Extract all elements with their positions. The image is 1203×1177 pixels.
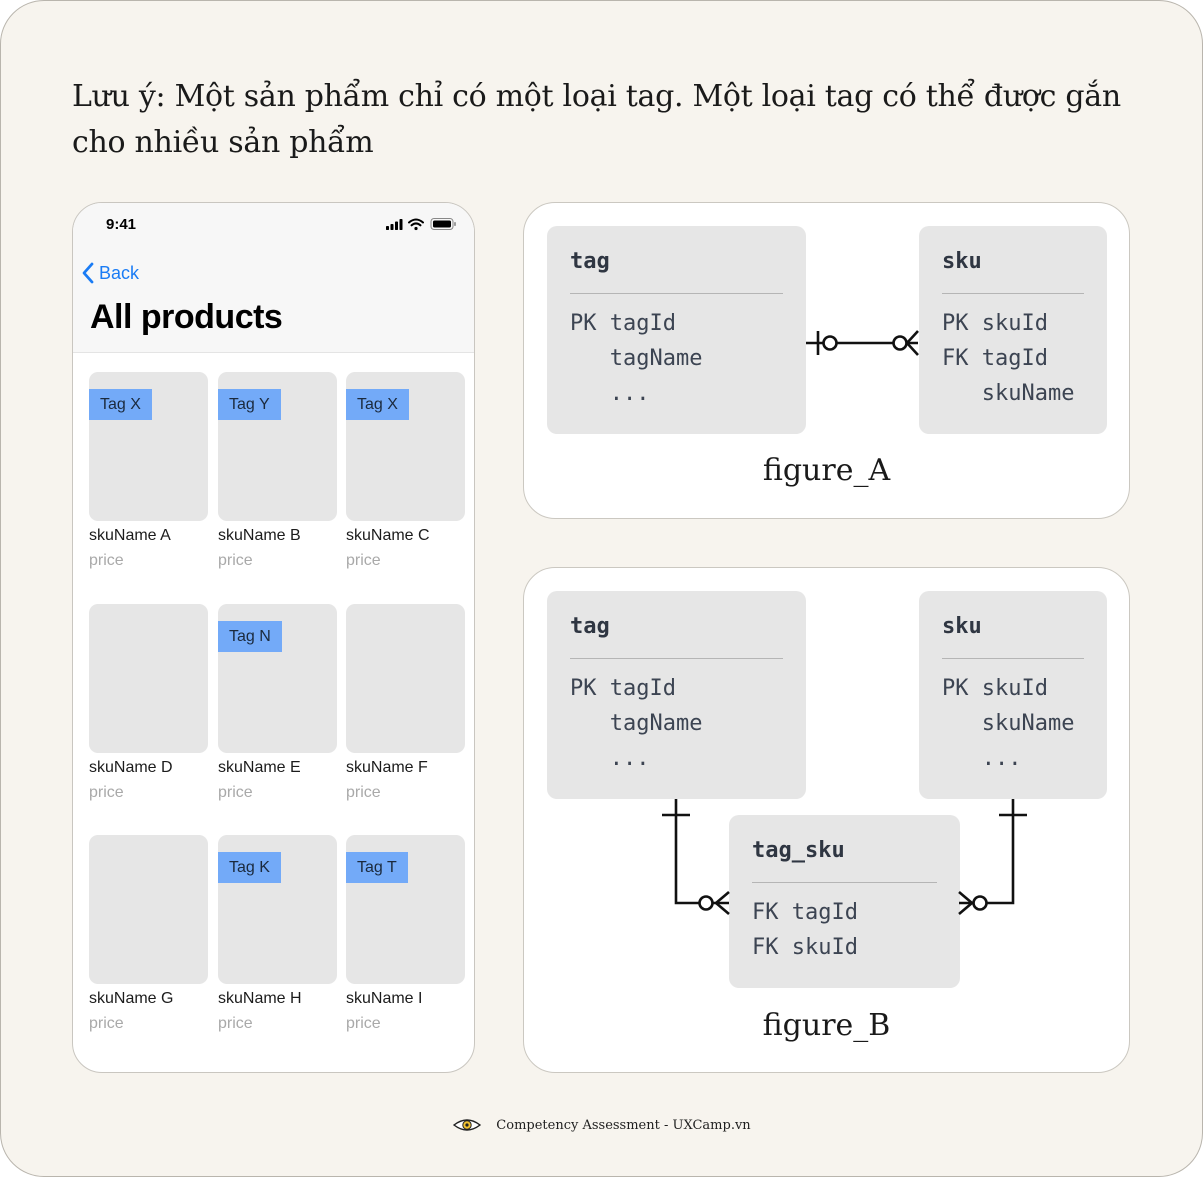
product-image: Tag N (218, 604, 337, 753)
entity-row: ... (570, 746, 650, 771)
product-image: Tag Y (218, 372, 337, 521)
product-image: Tag X (346, 372, 465, 521)
entity-row: ... (570, 381, 650, 406)
entity-row: PK skuId (942, 676, 1048, 701)
product-price: price (89, 552, 124, 569)
product-price: price (346, 552, 381, 569)
entity-name: sku (942, 249, 982, 274)
product-card-e[interactable]: Tag N skuName E price (218, 604, 337, 814)
figure-caption: figure_A (762, 453, 891, 488)
product-card-g[interactable]: skuName G price (89, 835, 208, 1045)
tag-badge: Tag X (346, 389, 409, 420)
footer-text: Competency Assessment - UXCamp.vn (496, 1117, 751, 1133)
product-name: skuName G (89, 990, 174, 1007)
entity-tag: tag PK tagId tagName ... (547, 591, 806, 799)
entity-sku: sku PK skuId FK tagId skuName (919, 226, 1107, 434)
entity-name: tag_sku (752, 838, 845, 863)
product-card-f[interactable]: skuName F price (346, 604, 465, 814)
product-image: Tag X (89, 372, 208, 521)
entity-row: tagName (570, 711, 703, 736)
product-price: price (218, 1015, 253, 1032)
entity-row: skuName (942, 381, 1075, 406)
note-heading: Lưu ý: Một sản phẩm chỉ có một loại tag.… (72, 79, 1121, 160)
figure-b-panel: tag PK tagId tagName ... sku PK skuId sk… (523, 567, 1130, 1073)
back-label: Back (99, 262, 140, 283)
figure-a-panel: tag PK tagId tagName ... sku PK skuId FK… (523, 202, 1130, 519)
product-price: price (346, 1015, 381, 1032)
divider (752, 882, 937, 883)
entity-name: tag (570, 249, 610, 274)
signal-icon (386, 219, 403, 230)
divider (942, 658, 1084, 659)
page-title: All products (90, 298, 283, 336)
tag-badge: Tag T (346, 852, 408, 883)
figure-caption: figure_B (762, 1008, 891, 1043)
product-name: skuName C (346, 527, 430, 544)
battery-icon (430, 218, 456, 230)
tag-badge: Tag X (89, 389, 152, 420)
entity-tag-sku: tag_sku FK tagId FK skuId (729, 815, 960, 988)
product-name: skuName B (218, 527, 301, 544)
product-name: skuName A (89, 527, 171, 544)
product-price: price (346, 784, 381, 801)
product-card-b[interactable]: Tag Y skuName B price (218, 372, 337, 582)
entity-row: FK tagId (752, 900, 858, 925)
product-name: skuName I (346, 990, 423, 1007)
status-icons (386, 218, 456, 231)
entity-row: tagName (570, 346, 703, 371)
product-card-i[interactable]: Tag T skuName I price (346, 835, 465, 1045)
product-name: skuName E (218, 759, 301, 776)
entity-row: skuName (942, 711, 1075, 736)
back-button[interactable]: Back (81, 261, 139, 285)
product-card-c[interactable]: Tag X skuName C price (346, 372, 465, 582)
product-card-a[interactable]: Tag X skuName A price (89, 372, 208, 582)
entity-row: PK skuId (942, 311, 1048, 336)
entity-row: ... (942, 746, 1022, 771)
wifi-icon (408, 218, 424, 227)
product-name: skuName H (218, 990, 302, 1007)
entity-row: PK tagId (570, 311, 676, 336)
tag-badge: Tag N (218, 621, 282, 652)
tag-badge: Tag Y (218, 389, 281, 420)
product-card-h[interactable]: Tag K skuName H price (218, 835, 337, 1045)
product-image: Tag K (218, 835, 337, 984)
entity-name: tag (570, 614, 610, 639)
navigation-bar: 9:41 Back All products (73, 203, 474, 353)
entity-sku: sku PK skuId skuName ... (919, 591, 1107, 799)
status-time: 9:41 (106, 216, 137, 233)
entity-row: PK tagId (570, 676, 676, 701)
eye-logo-icon (453, 1119, 482, 1131)
product-image: Tag T (346, 835, 465, 984)
product-image (346, 604, 465, 753)
product-name: skuName D (89, 759, 173, 776)
divider (570, 293, 783, 294)
product-card-d[interactable]: skuName D price (89, 604, 208, 814)
footer: Competency Assessment - UXCamp.vn (0, 1112, 1203, 1138)
product-image (89, 835, 208, 984)
entity-name: sku (942, 614, 982, 639)
entity-tag: tag PK tagId tagName ... (547, 226, 806, 434)
entity-row: FK tagId (942, 346, 1048, 371)
product-price: price (218, 784, 253, 801)
product-price: price (89, 1015, 124, 1032)
entity-row: FK skuId (752, 935, 858, 960)
product-name: skuName F (346, 759, 428, 776)
phone-mockup: 9:41 Back All products Tag X skuName A p… (72, 202, 475, 1073)
tag-badge: Tag K (218, 852, 281, 883)
divider (570, 658, 783, 659)
divider (942, 293, 1084, 294)
product-image (89, 604, 208, 753)
product-price: price (89, 784, 124, 801)
product-price: price (218, 552, 253, 569)
chevron-left-icon (82, 262, 94, 284)
